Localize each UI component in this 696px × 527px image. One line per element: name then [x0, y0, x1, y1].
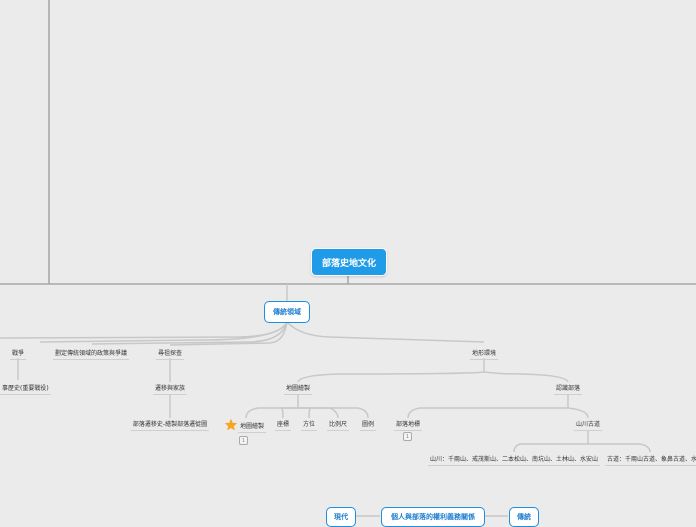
topic-direction[interactable]: 方位	[300, 419, 318, 431]
topic-coordinates[interactable]: 座標	[274, 419, 292, 431]
topic-migration-family[interactable]: 遷移與家族	[152, 383, 188, 395]
mind-map-canvas: 部落史地文化 傳統領域 戰爭 事歷史(重要戰役) 劃定傳統領域的政策與爭議 尋祖…	[0, 0, 696, 527]
topic-mountains[interactable]: 山川：千兩山、戒茂斯山、二本松山、南坑山、土林山、水安山	[427, 454, 601, 466]
topic-map-drawing[interactable]: 地圖繪製	[283, 383, 313, 395]
topic-legend[interactable]: 圖例	[359, 419, 377, 431]
topic-migration-map[interactable]: 部落遷移史-繪製部落遷徙圖	[130, 419, 210, 431]
topic-tribe-landmark[interactable]: 部落地標	[393, 419, 423, 431]
topic-terrain[interactable]: 地形環境	[469, 348, 499, 360]
topic-traditional[interactable]: 傳統	[509, 507, 539, 527]
topic-rights-obligations[interactable]: 個人與部落的權利義務關係	[381, 507, 485, 527]
topic-scale[interactable]: 比例尺	[326, 419, 350, 431]
note-icon[interactable]: 1	[403, 432, 412, 441]
topic-war-history[interactable]: 事歷史(重要戰役)	[0, 383, 51, 395]
topic-seek-ancestors[interactable]: 尋祖探查	[155, 348, 185, 360]
main-topic-traditional-territory[interactable]: 傳統領域	[264, 301, 310, 323]
topic-policy[interactable]: 劃定傳統領域的政策與爭議	[52, 348, 130, 360]
topic-old-roads[interactable]: 古道：千兩山古道、象鼻古道、水安	[605, 454, 696, 466]
topic-war[interactable]: 戰爭	[9, 348, 27, 360]
star-icon	[224, 418, 238, 431]
topic-mountain-trail[interactable]: 山川古道	[573, 419, 603, 431]
topic-map-drawing-starred[interactable]: 地圖繪製	[238, 421, 267, 433]
root-topic[interactable]: 部落史地文化	[311, 248, 387, 276]
topic-modern[interactable]: 現代	[326, 507, 356, 527]
topic-recognize-tribe[interactable]: 認識部落	[553, 383, 583, 395]
note-icon[interactable]: 1	[239, 436, 248, 445]
